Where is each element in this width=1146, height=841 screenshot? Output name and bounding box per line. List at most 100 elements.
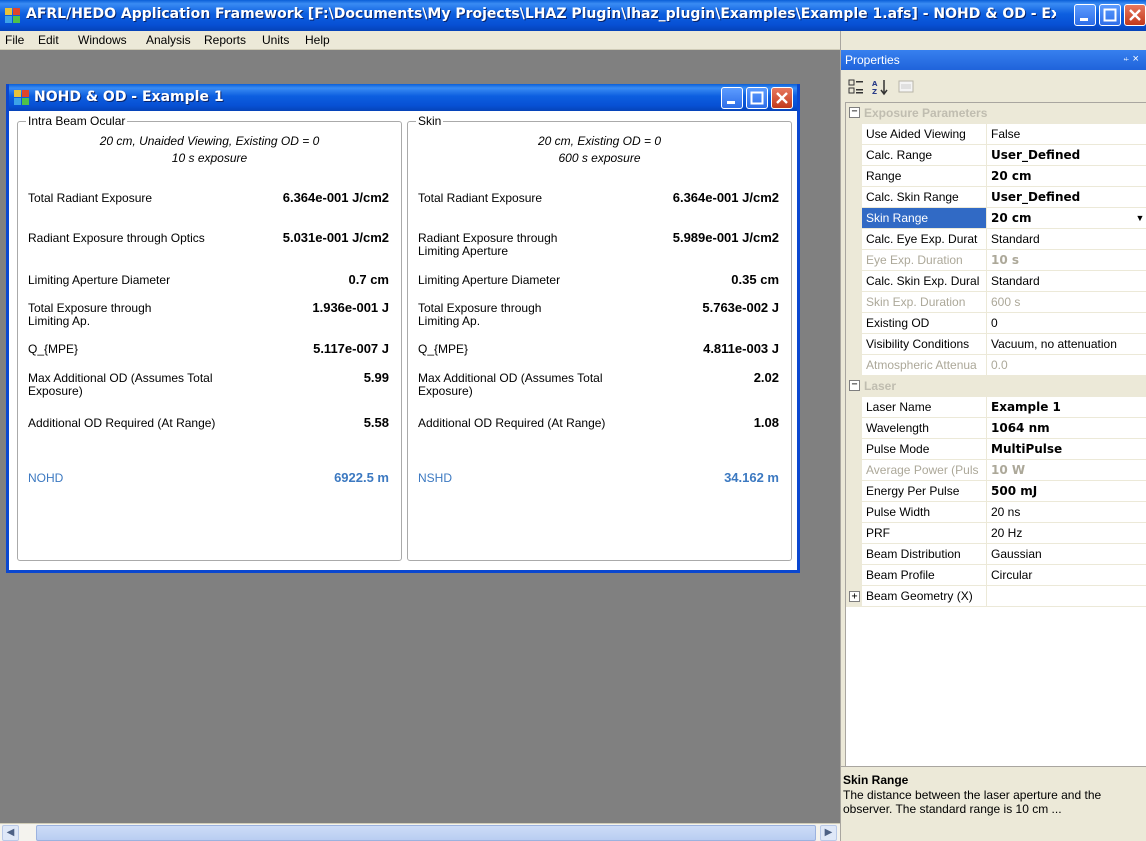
property-name[interactable]: Atmospheric Attenua [862, 355, 987, 376]
minimize-icon [1080, 18, 1088, 21]
property-row[interactable]: Visibility Conditions Vacuum, no attenuat… [846, 334, 1146, 355]
property-name[interactable]: Average Power (Puls [862, 460, 987, 481]
alphabetical-sort-icon[interactable]: A Z [871, 78, 889, 96]
property-row[interactable]: Range 20 cm [846, 166, 1146, 187]
property-value[interactable]: Standard [987, 271, 1146, 292]
property-value[interactable]: MultiPulse [987, 439, 1146, 460]
scroll-left-icon[interactable]: ◀ [2, 825, 19, 841]
collapse-icon[interactable]: − [849, 380, 860, 391]
child-minimize-button[interactable] [721, 87, 743, 109]
property-value[interactable]: 10 W [987, 460, 1146, 481]
property-value[interactable]: 0.0 [987, 355, 1146, 376]
property-row[interactable]: Calc. Skin Exp. Dural Standard [846, 271, 1146, 292]
property-name[interactable]: Range [862, 166, 987, 187]
property-value[interactable]: 1064 nm [987, 418, 1146, 439]
property-name[interactable]: Wavelength [862, 418, 987, 439]
maximize-button[interactable] [1099, 4, 1121, 26]
property-row[interactable]: Calc. Range User_Defined [846, 145, 1146, 166]
property-name[interactable]: Skin Range [862, 208, 987, 229]
menu-units[interactable]: Units [262, 33, 289, 47]
pin-close-icon[interactable]: ⍅ × [1123, 53, 1139, 66]
property-row[interactable]: Existing OD 0 [846, 313, 1146, 334]
result-label: Limiting Aperture Diameter [418, 273, 561, 287]
category-laser[interactable]: − Laser [846, 376, 1146, 397]
property-name[interactable]: Calc. Range [862, 145, 987, 166]
property-value[interactable]: Gaussian [987, 544, 1146, 565]
menu-edit[interactable]: Edit [38, 33, 59, 47]
property-value[interactable]: 500 mJ [987, 481, 1146, 502]
property-row[interactable]: Wavelength 1064 nm [846, 418, 1146, 439]
categorized-icon[interactable] [847, 78, 865, 96]
menu-windows[interactable]: Windows [78, 33, 127, 47]
property-row[interactable]: Calc. Skin Range User_Defined [846, 187, 1146, 208]
property-name[interactable]: Calc. Eye Exp. Durat [862, 229, 987, 250]
property-name[interactable]: Use Aided Viewing [862, 124, 987, 145]
row-gutter [846, 544, 862, 565]
child-close-button[interactable] [771, 87, 793, 109]
property-row[interactable]: Pulse Mode MultiPulse [846, 439, 1146, 460]
property-name[interactable]: Beam Geometry (X) [862, 586, 987, 607]
property-row[interactable]: Skin Exp. Duration 600 s [846, 292, 1146, 313]
property-row[interactable]: Beam Profile Circular [846, 565, 1146, 586]
property-value[interactable]: Example 1 [987, 397, 1146, 418]
property-name[interactable]: Pulse Width [862, 502, 987, 523]
property-pages-icon[interactable] [897, 78, 915, 96]
property-value[interactable]: Standard [987, 229, 1146, 250]
property-name[interactable]: Beam Distribution [862, 544, 987, 565]
property-value[interactable]: Circular [987, 565, 1146, 586]
menu-reports[interactable]: Reports [204, 33, 246, 47]
property-row[interactable]: Average Power (Puls 10 W [846, 460, 1146, 481]
property-row[interactable]: Beam Distribution Gaussian [846, 544, 1146, 565]
property-name[interactable]: Calc. Skin Exp. Dural [862, 271, 987, 292]
property-row[interactable]: + Beam Geometry (X) [846, 586, 1146, 607]
property-value[interactable]: 20 cm [987, 208, 1146, 229]
property-name[interactable]: Calc. Skin Range [862, 187, 987, 208]
property-name[interactable]: Pulse Mode [862, 439, 987, 460]
property-value[interactable] [987, 586, 1146, 607]
scroll-right-icon[interactable]: ▶ [820, 825, 837, 841]
property-value[interactable]: False [987, 124, 1146, 145]
minimize-button[interactable] [1074, 4, 1096, 26]
property-value[interactable]: 20 ns [987, 502, 1146, 523]
child-maximize-button[interactable] [746, 87, 768, 109]
property-row[interactable]: PRF 20 Hz [846, 523, 1146, 544]
property-row[interactable]: Calc. Eye Exp. Durat Standard [846, 229, 1146, 250]
app-title-bar[interactable]: AFRL/HEDO Application Framework [F:\Docu… [0, 0, 1146, 31]
property-name[interactable]: Existing OD [862, 313, 987, 334]
category-label: Laser [864, 379, 897, 393]
property-row[interactable]: Use Aided Viewing False [846, 124, 1146, 145]
menu-file[interactable]: File [5, 33, 24, 47]
property-value[interactable]: 20 Hz [987, 523, 1146, 544]
child-title-bar[interactable]: NOHD & OD - Example 1 [9, 84, 797, 111]
menu-analysis[interactable]: Analysis [146, 33, 191, 47]
property-row[interactable]: Atmospheric Attenua 0.0 [846, 355, 1146, 376]
property-row[interactable]: Energy Per Pulse 500 mJ [846, 481, 1146, 502]
horizontal-scrollbar[interactable]: ◀ ▶ [0, 823, 840, 841]
property-row[interactable]: Laser Name Example 1 [846, 397, 1146, 418]
property-value[interactable]: 600 s [987, 292, 1146, 313]
property-name[interactable]: Energy Per Pulse [862, 481, 987, 502]
collapse-icon[interactable]: − [849, 107, 860, 118]
property-name[interactable]: Beam Profile [862, 565, 987, 586]
property-row[interactable]: Skin Range 20 cm ▼ [846, 208, 1146, 229]
menu-help[interactable]: Help [305, 33, 330, 47]
property-row[interactable]: Pulse Width 20 ns [846, 502, 1146, 523]
property-value[interactable]: User_Defined [987, 145, 1146, 166]
property-name[interactable]: PRF [862, 523, 987, 544]
property-value[interactable]: User_Defined [987, 187, 1146, 208]
property-row[interactable]: Eye Exp. Duration 10 s [846, 250, 1146, 271]
category-exposure[interactable]: − Exposure Parameters [846, 103, 1146, 124]
property-name[interactable]: Eye Exp. Duration [862, 250, 987, 271]
property-value[interactable]: 20 cm [987, 166, 1146, 187]
close-button[interactable] [1124, 4, 1146, 26]
property-value[interactable]: 0 [987, 313, 1146, 334]
dropdown-arrow-icon[interactable]: ▼ [1134, 212, 1146, 225]
property-name[interactable]: Visibility Conditions [862, 334, 987, 355]
property-value[interactable]: Vacuum, no attenuation [987, 334, 1146, 355]
expand-icon[interactable]: + [849, 591, 860, 602]
scroll-thumb[interactable] [36, 825, 816, 841]
row-gutter [846, 355, 862, 376]
property-value[interactable]: 10 s [987, 250, 1146, 271]
property-name[interactable]: Laser Name [862, 397, 987, 418]
property-name[interactable]: Skin Exp. Duration [862, 292, 987, 313]
